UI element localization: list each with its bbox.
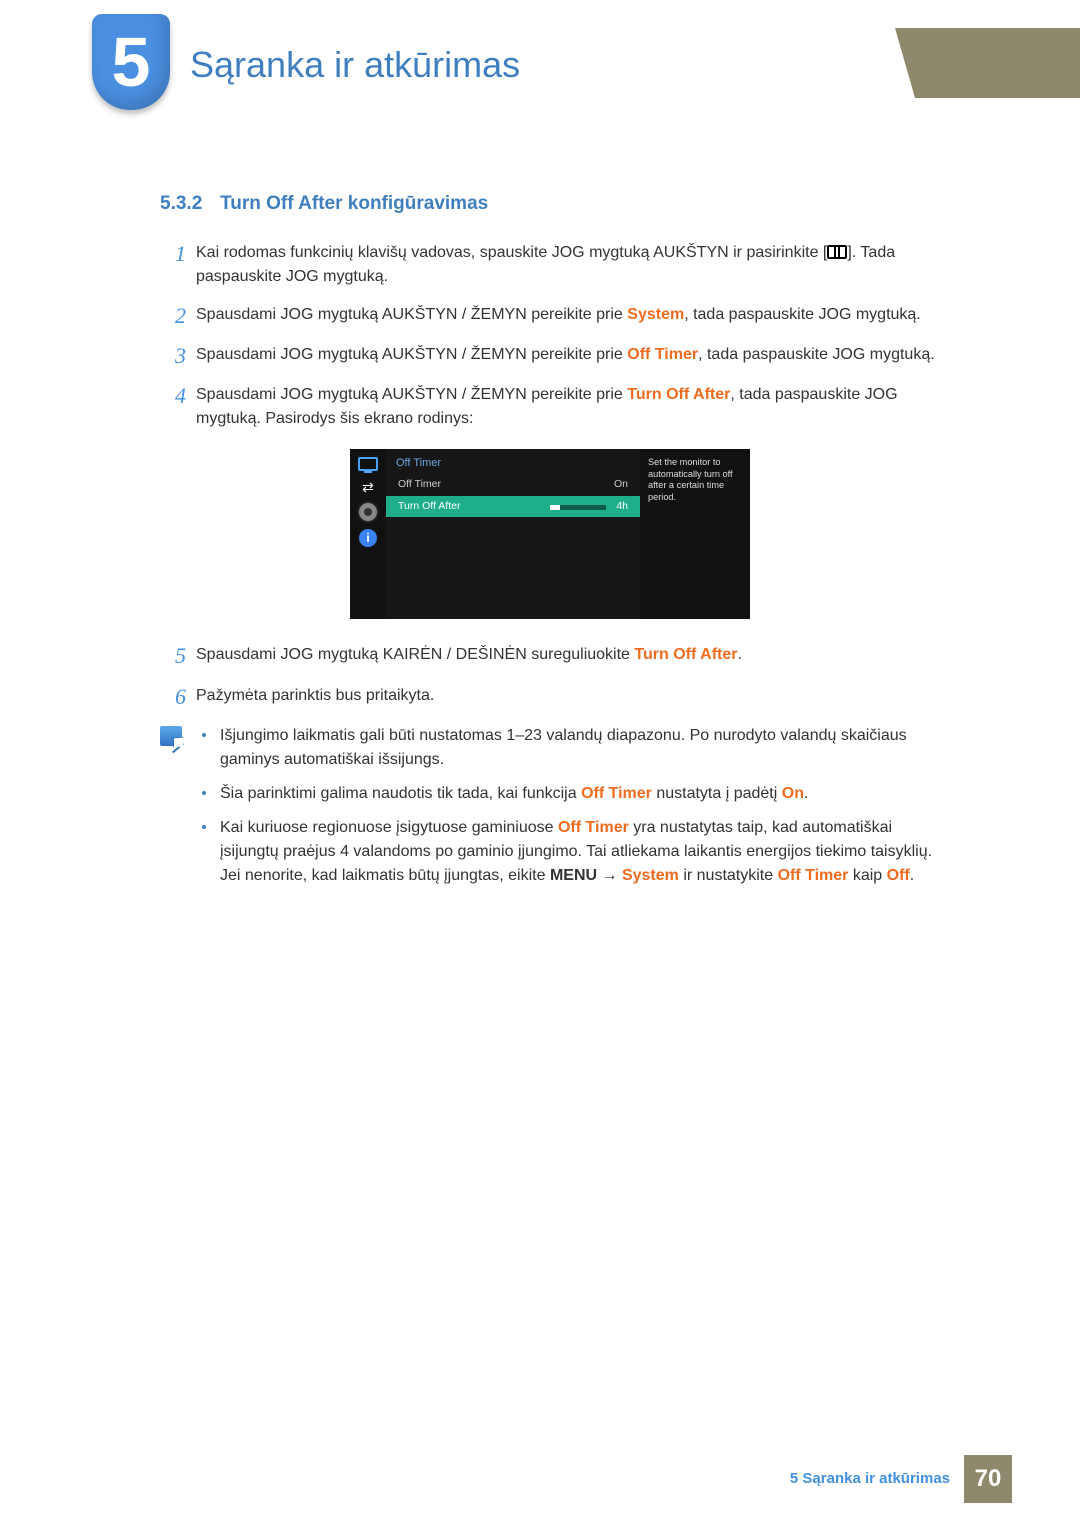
osd-row: Off Timer On — [386, 474, 640, 496]
text: Kai rodomas funkcinių klavišų vadovas, s… — [196, 244, 827, 261]
text: . — [804, 785, 808, 802]
text: , tada paspauskite JOG mygtuką. — [684, 306, 921, 323]
osd-main: Off Timer Off Timer On Turn Off After 4h — [386, 449, 640, 619]
keyword: On — [782, 785, 804, 802]
content-area: 5.3.2 Turn Off After konfigūravimas 1 Ka… — [160, 190, 940, 898]
step-4: 4 Spausdami JOG mygtuką AUKŠTYN / ŽEMYN … — [160, 383, 940, 431]
step-5: 5 Spausdami JOG mygtuką KAIRĖN / DEŠINĖN… — [160, 643, 940, 669]
keyword: Off Timer — [581, 785, 652, 802]
keyword: Off — [887, 867, 910, 884]
step-text: Spausdami JOG mygtuką AUKŠTYN / ŽEMYN pe… — [196, 303, 940, 327]
section-heading: 5.3.2 Turn Off After konfigūravimas — [160, 190, 940, 219]
keyword: Turn Off After — [627, 386, 730, 403]
keyword: Turn Off After — [634, 646, 737, 663]
menu-icon — [827, 245, 847, 259]
bullet-text: Išjungimo laikmatis gali būti nustatomas… — [220, 724, 940, 772]
note-icon — [160, 726, 182, 746]
step-text: Pažymėta parinktis bus pritaikyta. — [196, 684, 940, 708]
note-block: Išjungimo laikmatis gali būti nustatomas… — [160, 724, 940, 898]
text: Spausdami JOG mygtuką AUKŠTYN / ŽEMYN pe… — [196, 306, 627, 323]
osd-slider — [550, 505, 606, 510]
bullet-text: Kai kuriuose regionuose įsigytuose gamin… — [220, 816, 940, 888]
bullet-dot-icon — [202, 825, 206, 829]
osd-help: Set the monitor to automatically turn of… — [640, 449, 750, 619]
footer: 5 Sąranka ir atkūrimas 70 — [790, 1455, 1012, 1503]
section-number: 5.3.2 — [160, 193, 202, 214]
text: nustatyta į padėtį — [652, 785, 782, 802]
text: Kai kuriuose regionuose įsigytuose gamin… — [220, 819, 558, 836]
osd-value: On — [614, 477, 628, 493]
step-6: 6 Pažymėta parinktis bus pritaikyta. — [160, 684, 940, 710]
bullet: Kai kuriuose regionuose įsigytuose gamin… — [202, 816, 940, 888]
arrows-icon: ⇄ — [358, 479, 378, 495]
keyword: Off Timer — [558, 819, 629, 836]
bullet-dot-icon — [202, 733, 206, 737]
bullet: Šia parinktimi galima naudotis tik tada,… — [202, 782, 940, 806]
step-2: 2 Spausdami JOG mygtuką AUKŠTYN / ŽEMYN … — [160, 303, 940, 329]
monitor-icon — [358, 457, 378, 471]
step-number: 5 — [160, 643, 186, 669]
chapter-badge: 5 — [92, 14, 170, 110]
step-text: Kai rodomas funkcinių klavišų vadovas, s… — [196, 241, 940, 289]
osd-value: 4h — [616, 499, 628, 515]
step-text: Spausdami JOG mygtuką KAIRĖN / DEŠINĖN s… — [196, 643, 940, 667]
text: Spausdami JOG mygtuką AUKŠTYN / ŽEMYN pe… — [196, 386, 627, 403]
step-number: 4 — [160, 383, 186, 409]
text: Šia parinktimi galima naudotis tik tada,… — [220, 785, 581, 802]
step-number: 2 — [160, 303, 186, 329]
chapter-title: Sąranka ir atkūrimas — [190, 38, 520, 92]
bullet-dot-icon — [202, 791, 206, 795]
section-title: Turn Off After konfigūravimas — [220, 193, 488, 214]
step-number: 6 — [160, 684, 186, 710]
step-3: 3 Spausdami JOG mygtuką AUKŠTYN / ŽEMYN … — [160, 343, 940, 369]
text: ir nustatykite — [679, 867, 778, 884]
osd-screenshot: ⇄ i Off Timer Off Timer On Turn Off Afte… — [350, 449, 750, 619]
keyword: System — [622, 867, 679, 884]
step-text: Spausdami JOG mygtuką AUKŠTYN / ŽEMYN pe… — [196, 343, 940, 367]
bullet: Išjungimo laikmatis gali būti nustatomas… — [202, 724, 940, 772]
step-number: 3 — [160, 343, 186, 369]
text: . — [737, 646, 741, 663]
bullet-text: Šia parinktimi galima naudotis tik tada,… — [220, 782, 808, 806]
step-1: 1 Kai rodomas funkcinių klavišų vadovas,… — [160, 241, 940, 289]
osd-row-selected: Turn Off After 4h — [386, 496, 640, 518]
keyword: Off Timer — [627, 346, 698, 363]
text: Spausdami JOG mygtuką KAIRĖN / DEŠINĖN s… — [196, 646, 634, 663]
page-number: 70 — [964, 1455, 1012, 1503]
osd-label: Turn Off After — [398, 499, 460, 515]
osd-title: Off Timer — [386, 449, 640, 474]
keyword: System — [627, 306, 684, 323]
keyword: MENU — [550, 867, 597, 884]
step-text: Spausdami JOG mygtuką AUKŠTYN / ŽEMYN pe… — [196, 383, 940, 431]
note-bullets: Išjungimo laikmatis gali būti nustatomas… — [202, 724, 940, 898]
arrow-icon: → — [597, 867, 622, 884]
osd-sidebar: ⇄ i — [350, 449, 386, 619]
text: Spausdami JOG mygtuką AUKŠTYN / ŽEMYN pe… — [196, 346, 627, 363]
text: . — [910, 867, 914, 884]
keyword: Off Timer — [778, 867, 849, 884]
gear-icon — [359, 503, 377, 521]
info-icon: i — [359, 529, 377, 547]
text: , tada paspauskite JOG mygtuką. — [698, 346, 935, 363]
header-accent — [915, 28, 1080, 98]
footer-text: 5 Sąranka ir atkūrimas — [790, 1468, 950, 1491]
step-number: 1 — [160, 241, 186, 267]
text: kaip — [848, 867, 886, 884]
osd-label: Off Timer — [398, 477, 441, 493]
